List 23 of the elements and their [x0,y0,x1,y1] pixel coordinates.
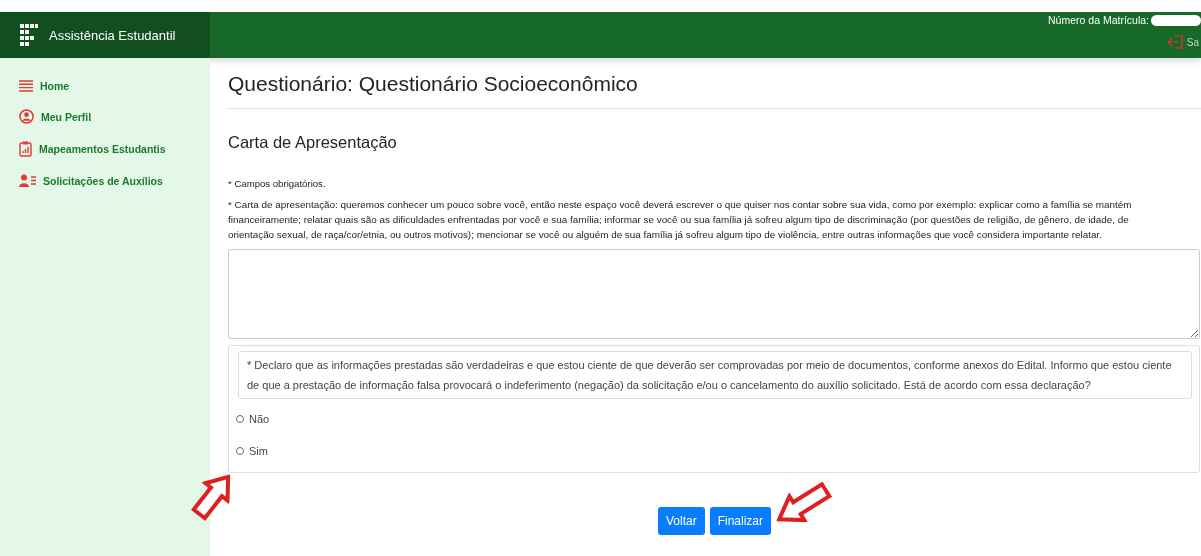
menu-icon [19,80,33,92]
sidebar-item[interactable]: Mapeamentos Estudantis [19,141,210,157]
registration-label: Número da Matrícula: [1048,14,1149,26]
user-list-icon [19,174,36,187]
clipboard-chart-icon [19,141,32,157]
sidebar-item[interactable]: Home [19,80,210,92]
back-button[interactable]: Voltar [658,507,705,535]
logo-icon [20,24,38,46]
exit-link[interactable]: Sa [1165,34,1199,50]
page-title: Questionário: Questionário Socioeconômico [228,72,1201,109]
finish-button[interactable]: Finalizar [709,507,772,535]
radio-option[interactable]: Não [236,413,270,425]
declaration-text: * Declaro que as informações prestadas são verdadeiras e que estou ciente de que deverão ser comprovadas por meio de documentos, conforme anexos do Edital. Informo que estou ciente de que a prestação de informação falsa provocará o indeferimento (negação) da solicitação e/ou o cancelamento do auxílio solicitado. Está de acordo com essa declaração? [238,351,1192,399]
redaction-mark [1151,14,1201,26]
radio-option[interactable]: Sim [236,445,268,457]
sidebar-item[interactable]: Meu Perfil [19,109,210,124]
section-title: Carta de Apresentação [228,133,397,152]
user-icon [19,109,34,124]
sidebar-item[interactable]: Solicitações de Auxílios [19,174,210,187]
required-note: * Campos obrigatórios. [228,177,326,191]
app-title: Assistência Estudantil [49,27,176,43]
letter-prompt: * Carta de apresentação: queremos conhecer um pouco sobre você, então neste espaço você deverá escrever o que quiser nos contar sobre sua vida, como por exemplo: explicar como a família se mantém financeiramente; relatar quais são as dificuldades enfrentadas por você e sua família; informar se você ou sua família já sofreu algum tipo de discriminação (por questões de religião, de gênero, de idade, de orientação sexual, de raça/cor/etnia, ou outros motivos); mencionar se você ou alguém de sua família já sofreu algum tipo de violência, entre outras informações que você considera importante relatar. [228,198,1133,242]
exit-icon [1165,34,1184,50]
